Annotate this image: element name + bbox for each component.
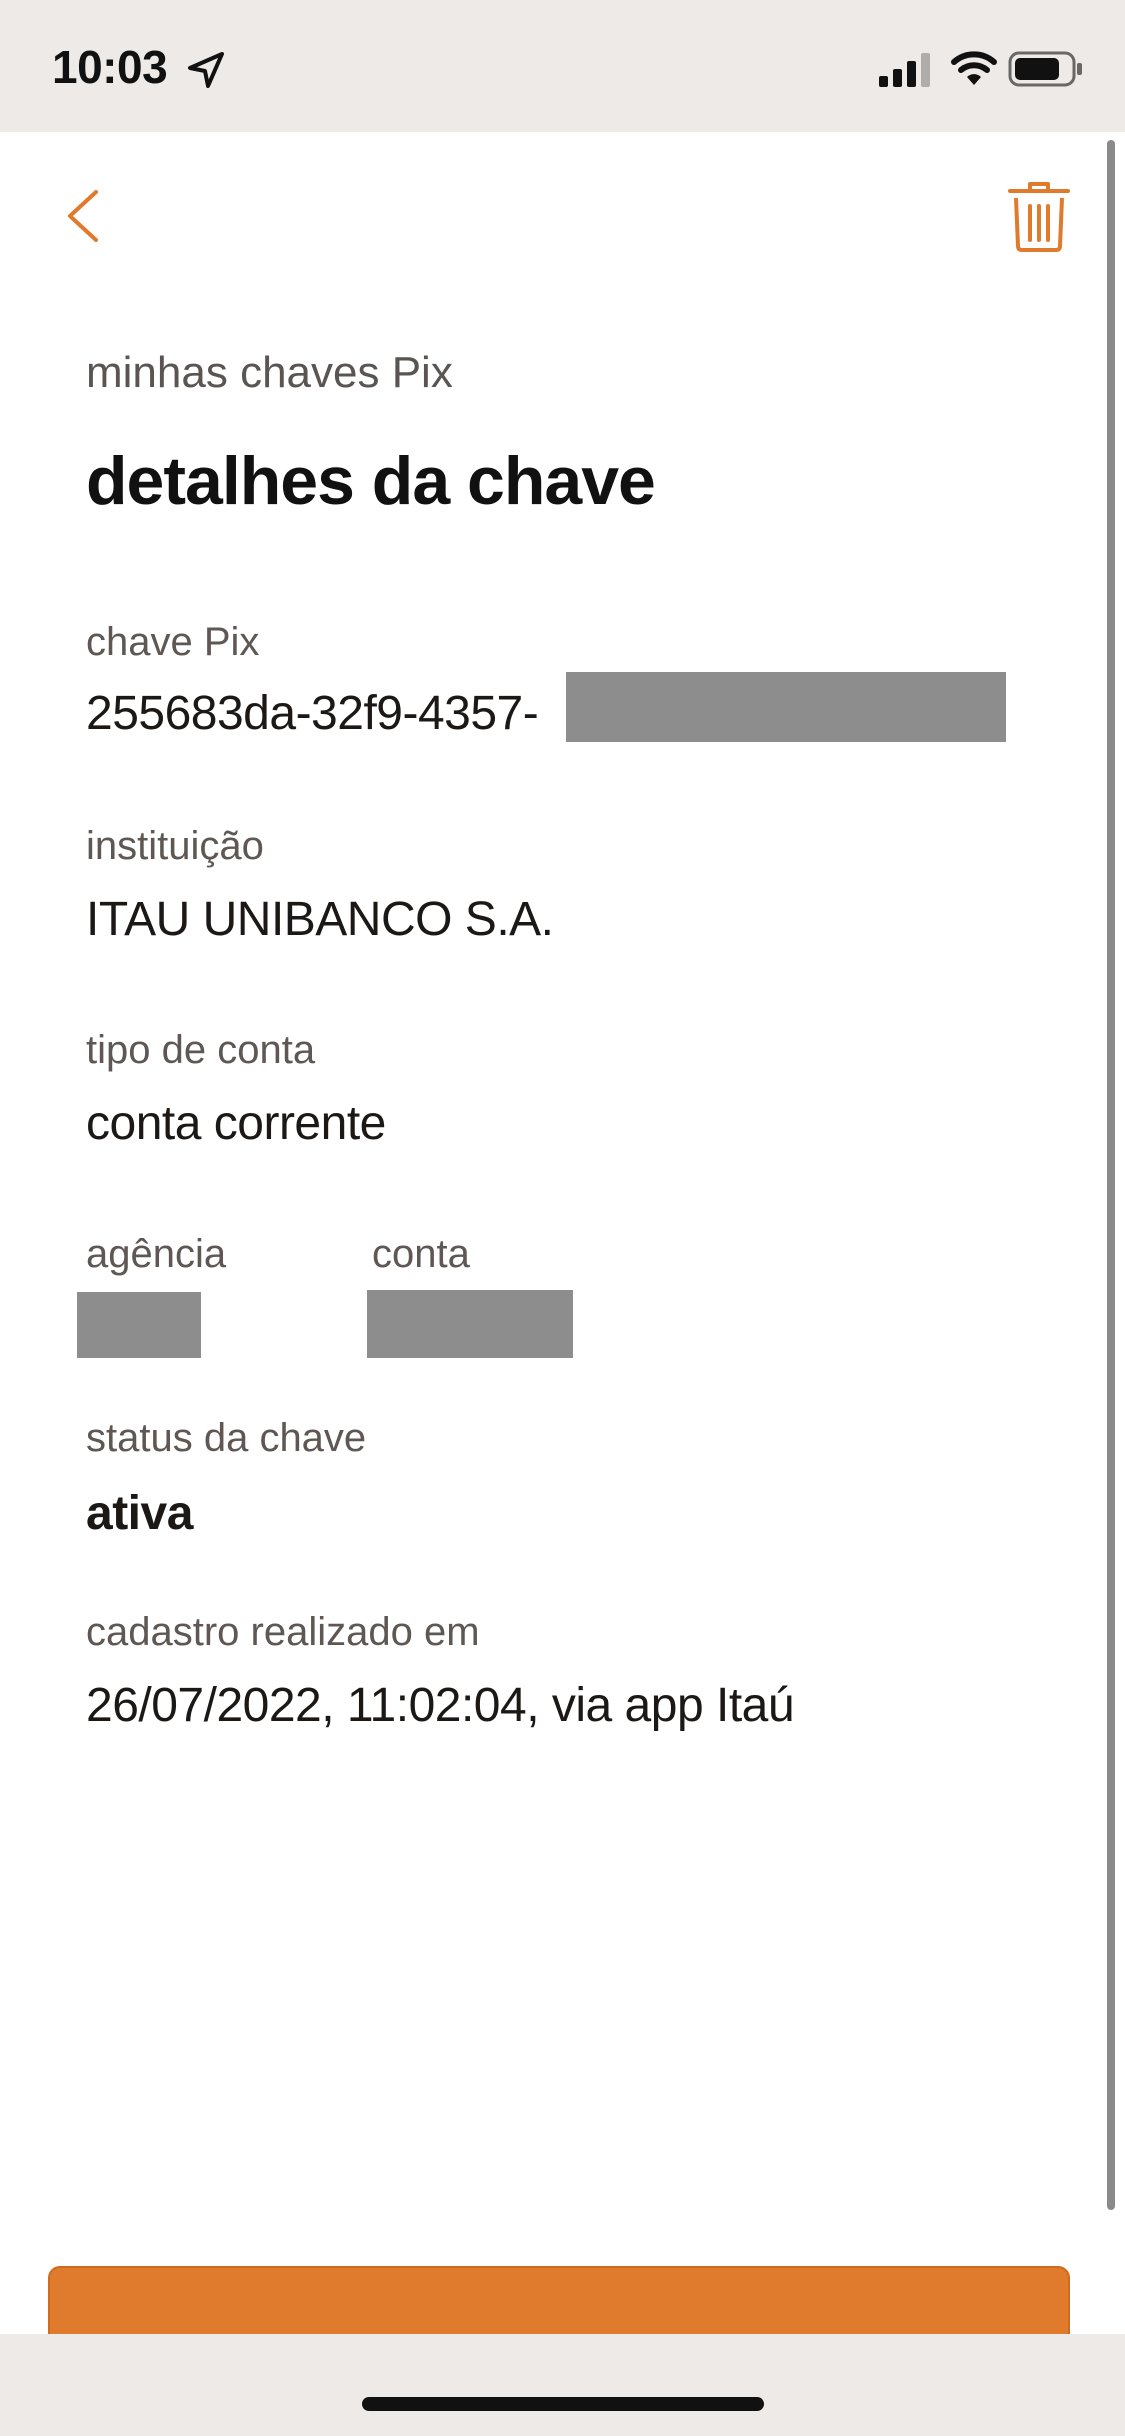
signal-icon: [879, 53, 930, 87]
chevron-left-icon: [68, 190, 98, 242]
battery-icon: [1008, 51, 1082, 87]
delete-key-button[interactable]: [1004, 180, 1074, 254]
location-icon: [188, 52, 224, 88]
account-type-label: tipo de conta: [86, 1028, 316, 1072]
back-button[interactable]: [56, 180, 116, 250]
institution-label: instituição: [86, 824, 264, 868]
account-type-value: conta corrente: [86, 1097, 386, 1150]
status-bar: 10:03: [0, 0, 1125, 132]
trash-icon: [1008, 182, 1070, 252]
branch-label: agência: [86, 1232, 227, 1276]
key-details-screen: 10:03 minhas chaves Pix detalhes da chav…: [0, 0, 1125, 2436]
page-title: detalhes da chave: [86, 443, 656, 519]
created-label: cadastro realizado em: [86, 1610, 480, 1654]
institution-value: ITAU UNIBANCO S.A.: [86, 893, 554, 946]
branch-redaction: [77, 1292, 201, 1358]
account-label: conta: [372, 1232, 470, 1276]
account-redaction: [367, 1290, 573, 1358]
pix-key-value: 255683da-32f9-4357-: [86, 687, 539, 740]
status-value: ativa: [86, 1487, 193, 1540]
status-time: 10:03: [52, 41, 168, 93]
home-indicator[interactable]: [362, 2397, 764, 2411]
wifi-icon: [951, 51, 997, 85]
created-value: 26/07/2022, 11:02:04, via app Itaú: [86, 1679, 795, 1732]
pix-key-label: chave Pix: [86, 620, 260, 664]
scrollbar[interactable]: [1107, 140, 1115, 2210]
bottom-bar: [0, 2334, 1125, 2436]
breadcrumb: minhas chaves Pix: [86, 348, 453, 397]
status-label: status da chave: [86, 1416, 367, 1460]
pix-key-redaction: [566, 672, 1006, 742]
